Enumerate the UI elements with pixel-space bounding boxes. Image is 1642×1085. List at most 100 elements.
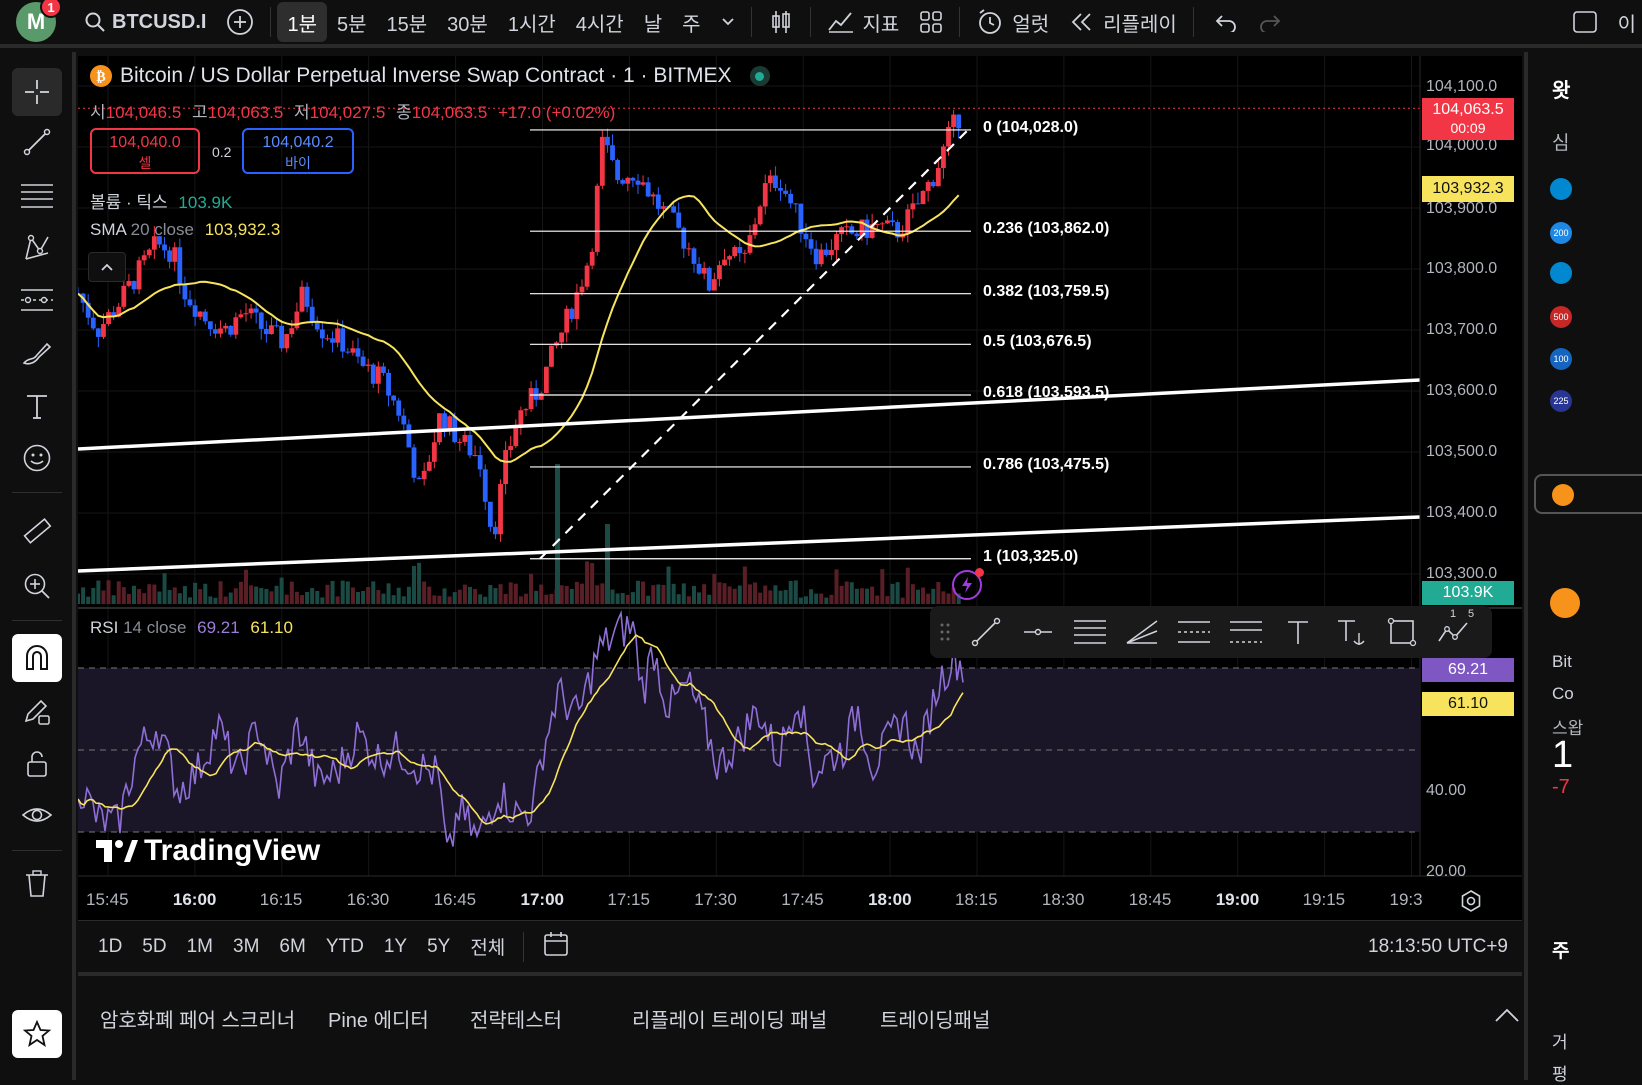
tab-replay-trading-panel[interactable]: 리플레이 트레이딩 패널: [632, 1004, 827, 1033]
watchlist-item-icon[interactable]: 100: [1550, 348, 1572, 370]
chart-type-button[interactable]: [758, 2, 804, 42]
xabcd-pattern-icon[interactable]: 1 5: [1428, 606, 1480, 658]
watchlist-item-icon[interactable]: 225: [1550, 390, 1572, 412]
range-1d[interactable]: 1D: [88, 936, 132, 958]
tab-crypto-screener[interactable]: 암호화폐 페어 스크리너: [100, 1004, 295, 1033]
volume-bar: [101, 590, 106, 604]
interval-5m[interactable]: 5분: [327, 2, 377, 42]
interval-15m[interactable]: 15분: [377, 2, 438, 42]
sell-button[interactable]: 104,040.0 셀: [90, 128, 200, 174]
watchlist-item-icon[interactable]: [1550, 178, 1572, 200]
tab-strategy-tester[interactable]: 전략테스터: [470, 1004, 562, 1033]
market-status-icon[interactable]: [749, 66, 770, 86]
trend-line-tool[interactable]: [12, 118, 62, 166]
watchlist-sub[interactable]: 심: [1552, 128, 1569, 155]
forecast-tool[interactable]: [12, 276, 62, 324]
watchlist-title[interactable]: 왓: [1552, 74, 1570, 103]
watchlist-item-icon[interactable]: 200: [1550, 222, 1572, 244]
topbar-cut-label[interactable]: 이: [1612, 2, 1642, 42]
time-axis-label: 16:15: [259, 890, 303, 909]
redo-button[interactable]: [1248, 2, 1292, 42]
interval-1m[interactable]: 1분: [277, 2, 327, 42]
watchlist-item-icon[interactable]: [1550, 262, 1572, 284]
volume-bar: [768, 590, 773, 604]
tab-trading-panel[interactable]: 트레이딩패널: [880, 1004, 990, 1033]
rsi-axis-label: 40.00: [1426, 782, 1467, 799]
detail-text: 평: [1552, 1065, 1568, 1084]
favorites-button[interactable]: [12, 1010, 62, 1058]
fullscreen-button[interactable]: [1562, 2, 1608, 42]
expand-panel-button[interactable]: [1494, 1006, 1520, 1030]
fib-retracement-tool[interactable]: [12, 172, 62, 220]
pattern-tool[interactable]: [12, 224, 62, 272]
fib-channel-icon[interactable]: [1220, 606, 1272, 658]
hide-drawings-button[interactable]: [12, 792, 62, 840]
interval-dropdown[interactable]: [711, 2, 745, 42]
text-icon[interactable]: [1272, 606, 1324, 658]
volume-legend[interactable]: 볼륨 · 틱스 103.9K: [90, 188, 232, 213]
text-tool[interactable]: [12, 382, 62, 430]
emoji-tool[interactable]: [12, 434, 62, 482]
undo-button[interactable]: [1204, 2, 1248, 42]
volume-bar: [299, 595, 304, 604]
volume-bar: [758, 592, 763, 604]
timezone-clock[interactable]: 18:13:50 UTC+9: [1368, 936, 1508, 958]
compare-symbol-button[interactable]: [216, 2, 264, 42]
drag-handle-icon[interactable]: [930, 606, 960, 658]
price-axis-label: 103,800.0: [1426, 260, 1498, 277]
collapse-legend-button[interactable]: [88, 252, 126, 282]
zoom-tool[interactable]: [12, 562, 62, 610]
rectangle-icon[interactable]: [1376, 606, 1428, 658]
alert-button[interactable]: 얼럿: [966, 2, 1059, 42]
replay-button[interactable]: 리플레이: [1059, 2, 1187, 42]
alert-flash-icon[interactable]: [952, 568, 984, 600]
sma-legend[interactable]: SMA 20 close 103,932.3: [90, 220, 280, 240]
watchlist-item-icon[interactable]: 500: [1550, 306, 1572, 328]
fib-lines-icon[interactable]: [1064, 606, 1116, 658]
range-5d[interactable]: 5D: [132, 936, 176, 958]
range-1m[interactable]: 1M: [177, 936, 223, 958]
interval-week[interactable]: 주: [672, 2, 710, 42]
crosshair-tool[interactable]: [12, 68, 62, 116]
range-1y[interactable]: 1Y: [374, 936, 417, 958]
chart-settings-button[interactable]: [1460, 890, 1482, 917]
chart-canvas[interactable]: ₿ Bitcoin / US Dollar Perpetual Inverse …: [78, 56, 1522, 920]
range-ytd[interactable]: YTD: [316, 936, 374, 958]
volume-bar: [213, 597, 218, 604]
candle-body: [737, 247, 743, 254]
stay-in-drawing-mode[interactable]: [12, 688, 62, 736]
tab-pine-editor[interactable]: Pine 에디터: [328, 1004, 429, 1033]
trend-line-icon[interactable]: [960, 606, 1012, 658]
anchored-text-icon[interactable]: [1324, 606, 1376, 658]
brush-tool[interactable]: [12, 330, 62, 378]
lock-drawings-button[interactable]: [12, 740, 62, 788]
volume-bar: [747, 584, 752, 604]
interval-day[interactable]: 날: [634, 2, 672, 42]
fib-fan-icon[interactable]: [1116, 606, 1168, 658]
range-all[interactable]: 전체: [460, 933, 515, 960]
horizontal-ray-icon[interactable]: [1012, 606, 1064, 658]
go-to-date-button[interactable]: [532, 930, 580, 964]
fib-extension-icon[interactable]: [1168, 606, 1220, 658]
range-5y[interactable]: 5Y: [417, 936, 460, 958]
rsi-legend[interactable]: RSI 14 close 69.21 61.10: [90, 618, 293, 638]
watchlist-selected-row[interactable]: [1534, 474, 1642, 514]
interval-1h[interactable]: 1시간: [498, 2, 566, 42]
interval-30m[interactable]: 30분: [437, 2, 498, 42]
interval-4h[interactable]: 4시간: [566, 2, 634, 42]
range-3m[interactable]: 3M: [223, 936, 269, 958]
remove-drawings-button[interactable]: [12, 860, 62, 908]
buy-button[interactable]: 104,040.2 바이: [242, 128, 354, 174]
range-6m[interactable]: 6M: [269, 936, 315, 958]
alert-label: 얼럿: [1012, 13, 1050, 36]
volume-bar: [86, 596, 91, 604]
volume-bar: [411, 565, 416, 604]
user-avatar[interactable]: M 1: [16, 0, 62, 42]
indicators-button[interactable]: 지표: [817, 2, 910, 42]
volume-bar: [467, 586, 472, 604]
tradingview-logo[interactable]: TradingView: [94, 834, 320, 868]
symbol-search[interactable]: BTCUSD.I: [74, 2, 216, 42]
layouts-button[interactable]: [909, 2, 953, 42]
magnet-mode-button[interactable]: [12, 634, 62, 682]
measure-tool[interactable]: [12, 508, 62, 556]
